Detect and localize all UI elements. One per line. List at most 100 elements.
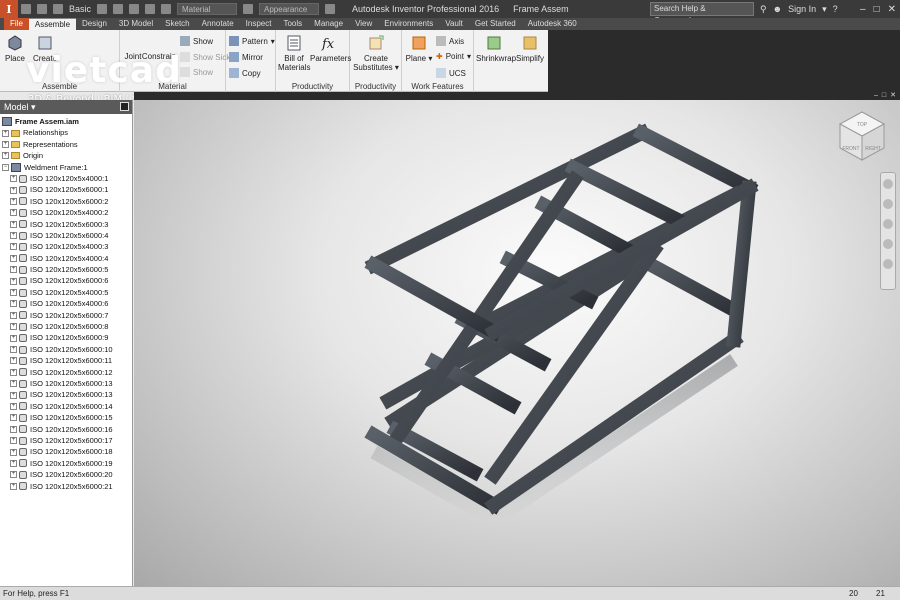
tree-part-item[interactable]: + ISO 120x120x5x6000:2 <box>0 196 132 207</box>
tree-part-item[interactable]: + ISO 120x120x5x6000:11 <box>0 355 132 366</box>
tree-part-item[interactable]: + ISO 120x120x5x6000:18 <box>0 446 132 457</box>
tab-assemble[interactable]: Assemble <box>28 18 77 30</box>
pattern-button[interactable]: Pattern ▾ <box>229 36 275 46</box>
minimize-icon[interactable]: – <box>860 4 866 15</box>
plane-button[interactable]: Plane ▾ <box>404 34 434 63</box>
expand-icon[interactable]: + <box>10 254 17 262</box>
tree-part-item[interactable]: + ISO 120x120x5x4000:5 <box>0 287 132 298</box>
expand-icon[interactable]: + <box>10 357 17 365</box>
create-substitutes-button[interactable]: Create Substitutes ▾ <box>352 34 400 72</box>
tree-part-item[interactable]: + ISO 120x120x5x6000:1 <box>0 184 132 195</box>
expand-icon[interactable]: + <box>10 277 17 285</box>
expand-icon[interactable]: + <box>10 334 17 342</box>
hide-all-button[interactable]: Show <box>180 67 213 77</box>
tab-sketch[interactable]: Sketch <box>159 18 195 30</box>
tree-part-item[interactable]: + ISO 120x120x5x6000:13 <box>0 378 132 389</box>
expand-icon[interactable]: + <box>10 482 17 490</box>
bill-of-materials-button[interactable]: Bill of Materials <box>278 34 310 72</box>
appearance-icon[interactable] <box>243 4 254 14</box>
open-icon[interactable] <box>37 4 47 14</box>
select-icon[interactable] <box>145 4 156 14</box>
search-icon[interactable]: ⚲ <box>760 4 767 15</box>
tab-vault[interactable]: Vault <box>439 18 469 30</box>
new-icon[interactable] <box>21 4 31 14</box>
tab-environments[interactable]: Environments <box>378 18 439 30</box>
tab-3d-model[interactable]: 3D Model <box>113 18 159 30</box>
home-icon[interactable] <box>129 4 140 14</box>
expand-icon[interactable]: + <box>2 152 9 160</box>
undo-icon[interactable] <box>97 4 108 14</box>
tree-part-item[interactable]: + ISO 120x120x5x6000:19 <box>0 458 132 469</box>
expand-icon[interactable]: + <box>2 129 9 137</box>
tree-folder-representations[interactable]: + Representations <box>0 139 132 150</box>
panel-title-work-features[interactable]: Work Features <box>402 82 473 91</box>
shrinkwrap-button[interactable]: Shrinkwrap <box>476 34 516 63</box>
expand-icon[interactable]: + <box>10 425 17 433</box>
expand-icon[interactable]: + <box>10 323 17 331</box>
point-button[interactable]: ✚ Point ▾ <box>436 52 471 61</box>
tree-part-item[interactable]: + ISO 120x120x5x6000:12 <box>0 367 132 378</box>
expand-icon[interactable]: + <box>10 209 17 217</box>
place-button[interactable]: Place <box>2 34 28 63</box>
copy-button[interactable]: Copy <box>229 68 261 78</box>
tree-part-item[interactable]: + ISO 120x120x5x6000:7 <box>0 310 132 321</box>
tree-part-item[interactable]: + ISO 120x120x5x6000:14 <box>0 401 132 412</box>
collapse-icon[interactable]: − <box>2 163 9 171</box>
tab-get-started[interactable]: Get Started <box>469 18 522 30</box>
tree-part-item[interactable]: + ISO 120x120x5x6000:6 <box>0 275 132 286</box>
simplify-button[interactable]: Simplify <box>514 34 546 63</box>
sign-in-link[interactable]: Sign In <box>788 4 816 14</box>
expand-icon[interactable]: + <box>10 220 17 228</box>
tree-root[interactable]: Frame Assem.iam <box>0 116 132 127</box>
expand-icon[interactable]: + <box>10 368 17 376</box>
expand-icon[interactable]: + <box>10 448 17 456</box>
look-at-icon[interactable] <box>883 259 893 269</box>
qat-file-label[interactable]: Basic <box>69 4 91 14</box>
inventor-logo-icon[interactable]: I <box>0 0 18 18</box>
tab-manage[interactable]: Manage <box>308 18 349 30</box>
maximize-icon[interactable]: □ <box>874 4 880 15</box>
tab-autodesk-360[interactable]: Autodesk 360 <box>522 18 583 30</box>
expand-icon[interactable]: + <box>10 300 17 308</box>
expand-icon[interactable]: + <box>10 414 17 422</box>
tree-part-item[interactable]: + ISO 120x120x5x6000:13 <box>0 389 132 400</box>
tree-part-item[interactable]: + ISO 120x120x5x6000:16 <box>0 424 132 435</box>
steering-wheel-icon[interactable] <box>883 179 893 189</box>
expand-icon[interactable]: + <box>10 243 17 251</box>
browser-header[interactable]: Model ▾ <box>0 100 132 114</box>
frame-model[interactable] <box>134 100 900 586</box>
tree-part-item[interactable]: + ISO 120x120x5x4000:1 <box>0 173 132 184</box>
tab-design[interactable]: Design <box>76 18 113 30</box>
tree-part-item[interactable]: + ISO 120x120x5x6000:10 <box>0 344 132 355</box>
tree-part-item[interactable]: + ISO 120x120x5x6000:17 <box>0 435 132 446</box>
viewport-close-icon[interactable]: ✕ <box>890 92 896 100</box>
orbit-icon[interactable] <box>883 219 893 229</box>
tab-tools[interactable]: Tools <box>277 18 308 30</box>
redo-icon[interactable] <box>113 4 124 14</box>
panel-title-productivity[interactable]: Productivity <box>350 82 401 91</box>
tab-view[interactable]: View <box>349 18 378 30</box>
tree-part-item[interactable]: + ISO 120x120x5x4000:6 <box>0 298 132 309</box>
expand-icon[interactable]: + <box>10 459 17 467</box>
chevron-down-icon[interactable]: ▾ <box>31 102 36 112</box>
tree-folder-relationships[interactable]: + Relationships <box>0 127 132 138</box>
expand-icon[interactable]: + <box>10 266 17 274</box>
viewport-minimize-icon[interactable]: – <box>874 92 878 100</box>
graphics-viewport[interactable]: TOP FRONT RIGHT <box>134 100 900 586</box>
expand-icon[interactable]: + <box>10 311 17 319</box>
expand-icon[interactable]: + <box>2 140 9 148</box>
tree-part-item[interactable]: + ISO 120x120x5x4000:3 <box>0 241 132 252</box>
expand-icon[interactable]: + <box>10 471 17 479</box>
tree-part-item[interactable]: + ISO 120x120x5x6000:4 <box>0 230 132 241</box>
tree-part-item[interactable]: + ISO 120x120x5x4000:4 <box>0 253 132 264</box>
expand-icon[interactable]: + <box>10 380 17 388</box>
save-icon[interactable] <box>53 4 63 14</box>
expand-icon[interactable]: + <box>10 197 17 205</box>
expand-icon[interactable]: + <box>10 186 17 194</box>
tab-annotate[interactable]: Annotate <box>196 18 240 30</box>
tree-folder-origin[interactable]: + Origin <box>0 150 132 161</box>
search-help-input[interactable]: Search Help & Commands... <box>650 2 754 25</box>
tree-part-item[interactable]: + ISO 120x120x5x6000:9 <box>0 332 132 343</box>
viewport-restore-icon[interactable]: □ <box>882 92 886 100</box>
zoom-icon[interactable] <box>883 239 893 249</box>
